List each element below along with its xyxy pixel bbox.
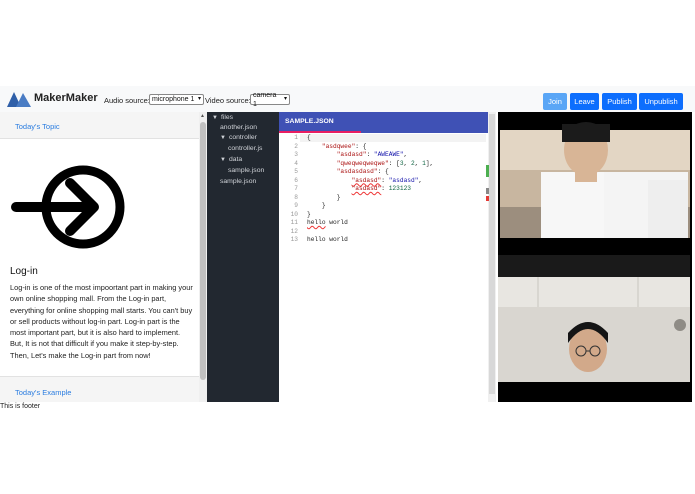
line-number: 2 [294,142,298,150]
code-line-7: "asdasd": 123123 [351,185,411,192]
line-number: 3 [294,151,298,158]
code-line-1: { [307,134,311,141]
audio-source-select[interactable]: microphone 1 ▾ [149,94,204,105]
join-button[interactable]: Join [543,93,567,110]
active-line-highlight [300,134,486,142]
line-number: 7 [294,185,298,192]
line-number: 13 [290,236,298,243]
line-number: 6 [294,176,298,184]
tree-file-sample-json[interactable]: sample.json [220,178,256,185]
tree-file-controller-js[interactable]: controller.js [228,145,262,152]
leave-button[interactable]: Leave [570,93,599,110]
code-line-10: } [307,210,311,218]
video-frame-person-2 [498,277,690,402]
publish-button[interactable]: Publish [602,93,637,110]
remote-video-1[interactable] [498,112,690,255]
tree-file-another-json[interactable]: another.json [220,124,257,131]
page-footer: This is footer [0,403,41,410]
tree-folder-files[interactable]: ▼ files [212,114,233,121]
file-tree [207,112,279,402]
code-line-8: } [307,193,341,201]
chevron-down-icon: ▾ [197,96,201,102]
remote-video-2[interactable] [498,277,690,402]
tree-folder-controller[interactable]: ▼ controller [220,134,257,141]
line-number: 5 [294,168,298,175]
caret-down-icon: ▼ [220,135,226,141]
editor-tab-title[interactable]: SAMPLE.JSON [285,118,334,125]
audio-source-label: Audio source: [104,96,150,105]
topic-heading: Log-in [10,266,38,277]
scroll-up-icon[interactable]: ▲ [200,113,205,119]
video-source-label: Video source: [205,96,251,105]
line-number: 10 [290,210,298,218]
line-number: 8 [294,193,298,201]
video-separator [498,255,690,277]
scrollbar-thumb[interactable] [489,114,495,394]
overview-ruler-mark [486,188,489,194]
code-line-3: "asdasd": "AWEAWE", [336,151,408,158]
code-line-2: "asdqwee": { [321,142,367,150]
video-frame-person-1 [498,112,690,255]
overview-ruler-mark [486,165,489,177]
tree-file-sample-json-data[interactable]: sample.json [228,167,264,174]
login-arrow-icon [11,165,125,249]
editor-scrollbar[interactable] [488,112,496,402]
unpublish-button[interactable]: Unpublish [639,93,683,110]
brand-name: MakerMaker [34,92,98,104]
code-line-4: "qweqweqweqwe": [3, 2, 1], [336,159,434,167]
app-root: MakerMaker Audio source: microphone 1 ▾ … [0,0,695,494]
code-line-5: "asdasdasd": { [336,168,389,175]
video-source-value: camera 1 [253,91,277,108]
scrollbar-thumb[interactable] [200,122,206,380]
caret-down-icon: ▼ [212,115,218,121]
todays-example-title[interactable]: Today's Example [15,388,71,397]
code-line-6: "asdasd": "asdasd", [351,176,423,184]
line-number: 1 [294,134,298,141]
line-number: 4 [294,159,298,167]
line-number: 11 [290,219,298,226]
todays-topic-title[interactable]: Today's Topic [15,122,60,131]
chevron-down-icon: ▾ [283,96,287,102]
topic-description: Log-in is one of the most impoortant par… [10,283,193,360]
topic-scrollbar[interactable]: ▲ [199,112,207,402]
mountain-logo-icon [7,92,31,107]
code-line-13: hello world [307,236,348,243]
audio-source-value: microphone 1 [152,96,195,103]
code-line-9: } [307,202,326,209]
video-source-select[interactable]: camera 1 ▾ [250,92,290,108]
caret-down-icon: ▼ [220,157,226,163]
code-line-11: hello world [307,219,348,226]
overview-ruler-mark [486,196,489,201]
line-number: 12 [290,227,298,235]
brand-logo[interactable]: MakerMaker [7,89,98,107]
line-number: 9 [294,202,298,209]
tree-folder-data[interactable]: ▼ data [220,156,242,163]
